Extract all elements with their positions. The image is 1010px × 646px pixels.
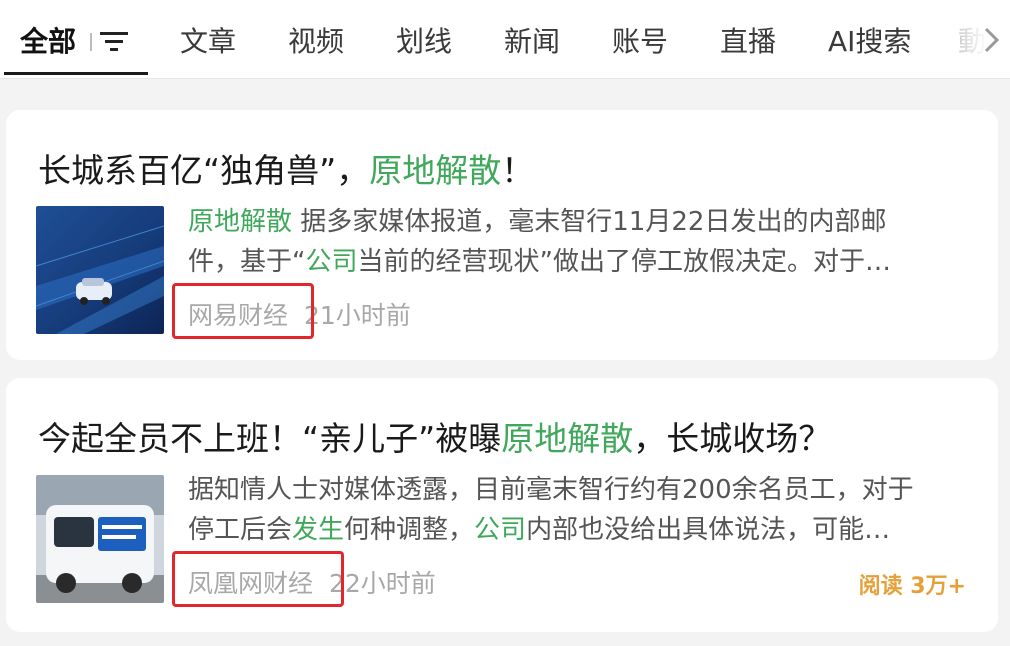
summary-text: 何种调整， xyxy=(344,515,475,545)
tab-news[interactable]: 新闻 xyxy=(504,20,560,60)
summary-text: 据知情人士对媒体透露，目前毫末智行约有200余名员工，对于 xyxy=(188,475,914,505)
summary-highlight: 公司 xyxy=(305,247,358,277)
source-annotation-box xyxy=(172,551,344,607)
chevron-right-icon[interactable] xyxy=(982,26,1000,54)
summary-highlight: 原地解散 xyxy=(188,207,293,237)
summary-text: 内部也没给出具体说法，可能… xyxy=(526,515,891,545)
publish-time: 22小时前 xyxy=(328,569,436,598)
result-title[interactable]: 长城系百亿“独角兽”，原地解散！ xyxy=(38,144,534,192)
thumbnail-image[interactable] xyxy=(36,206,164,334)
result-summary: 据知情人士对媒体透露，目前毫末智行约有200余名员工，对于 停工后会发生何种调整… xyxy=(188,470,968,550)
title-text: 长城系百亿“独角兽”， xyxy=(38,151,370,190)
filter-lines-icon[interactable] xyxy=(100,30,130,54)
summary-text: 据多家媒体报道，毫末智行11月22日发出的内部邮 xyxy=(292,207,887,237)
search-tabs-bar: 全部 文章 视频 划线 新闻 账号 直播 AI搜索 動 xyxy=(0,0,1010,79)
summary-text: 停工后会 xyxy=(188,515,293,545)
title-highlight: 原地解散 xyxy=(501,419,634,458)
title-text-end: ，长城收场？ xyxy=(633,419,832,458)
summary-text: 当前的经营现状”做出了停工放假决定。对于… xyxy=(357,247,891,277)
title-text: 今起全员不上班！“亲儿子”被曝 xyxy=(38,419,502,458)
summary-highlight: 公司 xyxy=(474,515,527,545)
thumbnail-image[interactable] xyxy=(36,475,164,603)
summary-text: 件，基于“ xyxy=(188,247,306,277)
tab-ai-search[interactable]: AI搜索 xyxy=(828,20,911,60)
active-tab-indicator xyxy=(4,72,148,75)
tab-live[interactable]: 直播 xyxy=(720,20,776,60)
result-summary: 原地解散 据多家媒体报道，毫末智行11月22日发出的内部邮 件，基于“公司当前的… xyxy=(188,202,968,282)
tab-underlines[interactable]: 划线 xyxy=(396,20,452,60)
title-highlight: 原地解散 xyxy=(369,151,502,190)
tab-all[interactable]: 全部 xyxy=(20,20,76,60)
result-card[interactable]: 长城系百亿“独角兽”，原地解散！ 原地解散 据多家媒体报道，毫末智行11月22日… xyxy=(6,110,998,360)
tab-divider xyxy=(90,33,92,51)
result-card[interactable]: 今起全员不上班！“亲儿子”被曝原地解散，长城收场？ 据知情人士对媒体透露，目前毫… xyxy=(6,378,998,632)
tab-accounts[interactable]: 账号 xyxy=(612,20,668,60)
tab-videos[interactable]: 视频 xyxy=(288,20,344,60)
publish-time: 21小时前 xyxy=(303,301,411,330)
tab-articles[interactable]: 文章 xyxy=(180,20,236,60)
read-count: 阅读 3万+ xyxy=(858,574,966,599)
title-text-end: ！ xyxy=(501,151,535,190)
result-title[interactable]: 今起全员不上班！“亲儿子”被曝原地解散，长城收场？ xyxy=(38,412,831,460)
summary-highlight: 发生 xyxy=(292,515,345,545)
source-annotation-box xyxy=(172,283,314,339)
